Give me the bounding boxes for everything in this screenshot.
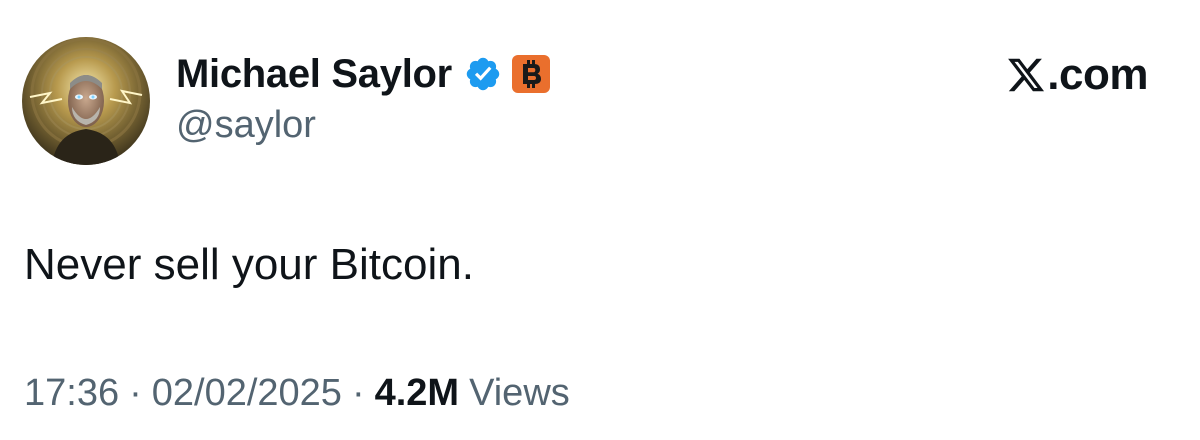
author-name-row: Michael Saylor	[176, 48, 550, 100]
verified-badge-icon[interactable]	[464, 55, 502, 93]
tweet-text: Never sell your Bitcoin.	[24, 240, 474, 289]
views-count[interactable]: 4.2M	[375, 372, 459, 415]
avatar[interactable]	[22, 37, 150, 165]
tweet-time[interactable]: 17:36	[24, 372, 119, 415]
meta-separator: ·	[351, 372, 365, 414]
views-label: Views	[469, 372, 570, 414]
brand-suffix: .com	[1047, 50, 1148, 99]
author-display-name[interactable]: Michael Saylor	[176, 52, 452, 97]
tweet-card: Michael Saylor @saylor .com Never sell y…	[0, 0, 1200, 440]
author-handle[interactable]: @saylor	[176, 104, 316, 147]
x-logo-icon	[1006, 54, 1046, 96]
tweet-date[interactable]: 02/02/2025	[152, 372, 342, 415]
tweet-meta: 17:36 · 02/02/2025 · 4.2M Views	[24, 372, 570, 415]
meta-separator: ·	[129, 372, 142, 414]
bitcoin-icon[interactable]	[511, 55, 550, 93]
brand-watermark: .com	[1006, 50, 1148, 100]
